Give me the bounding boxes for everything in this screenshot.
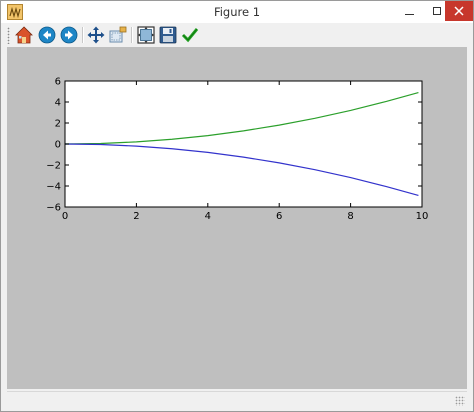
x-tick-label: 6: [276, 211, 282, 222]
y-tick-label: 6: [55, 77, 61, 88]
back-arrow-icon: [38, 26, 56, 44]
zoom-rect-icon: [109, 26, 127, 43]
home-icon: [15, 26, 33, 44]
subplots-icon: [137, 26, 155, 44]
minimize-icon: [404, 13, 414, 15]
forward-arrow-icon: [60, 26, 78, 44]
resize-grip-icon[interactable]: [455, 396, 465, 406]
figure-window: Figure 1 0 2 4 6 8 10 6 4 2 0 −2 −4 −6: [0, 0, 474, 412]
plot-area: 0 2 4 6 8 10 6 4 2 0 −2 −4 −6: [46, 77, 429, 223]
y-tick-label: 0: [55, 140, 61, 151]
close-icon: [454, 6, 464, 16]
axes-background: [65, 81, 422, 207]
toolbar-grip[interactable]: [7, 27, 10, 44]
close-button[interactable]: [445, 1, 473, 21]
x-tick-label: 8: [347, 211, 353, 222]
pan-button[interactable]: [87, 26, 105, 44]
toolbar-separator: [131, 27, 133, 43]
minimize-button[interactable]: [395, 1, 423, 21]
home-button[interactable]: [15, 26, 33, 44]
title-bar[interactable]: Figure 1: [1, 1, 473, 23]
toolbar-separator: [82, 27, 84, 43]
back-button[interactable]: [38, 26, 56, 44]
maximize-icon: [433, 7, 441, 15]
floppy-disk-icon: [159, 26, 177, 44]
forward-button[interactable]: [60, 26, 78, 44]
y-tick-label: −2: [46, 161, 61, 172]
y-tick-label: −6: [46, 203, 61, 214]
save-button[interactable]: [159, 26, 177, 44]
x-tick-label: 0: [62, 211, 68, 222]
checkmark-icon: [181, 28, 199, 43]
figure-canvas[interactable]: 0 2 4 6 8 10 6 4 2 0 −2 −4 −6: [7, 47, 467, 389]
zoom-button[interactable]: [109, 26, 127, 44]
edit-axis-button[interactable]: [181, 26, 199, 44]
x-tick-label: 10: [416, 211, 429, 222]
y-tick-label: 2: [55, 119, 61, 130]
y-tick-label: −4: [46, 182, 61, 193]
navigation-toolbar: [1, 23, 473, 47]
y-tick-label: 4: [55, 98, 61, 109]
status-bar: [7, 391, 467, 408]
x-tick-label: 4: [205, 211, 211, 222]
subplots-button[interactable]: [137, 26, 155, 44]
x-tick-label: 2: [133, 211, 139, 222]
move-icon: [87, 26, 105, 44]
